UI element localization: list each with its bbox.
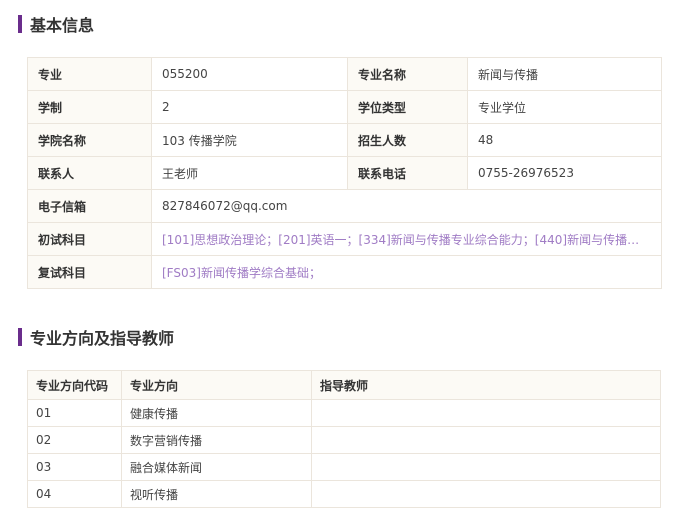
- major-name: 新闻与传播: [467, 57, 662, 91]
- retest-label: 复试科目: [27, 255, 152, 289]
- table-row: 03 融合媒体新闻: [27, 453, 661, 481]
- direction-name: 健康传播: [121, 399, 312, 427]
- section-accent-bar: [18, 15, 22, 33]
- retest-subjects-link[interactable]: [FS03]新闻传播学综合基础；: [151, 255, 662, 289]
- email-label: 电子信箱: [27, 189, 152, 223]
- direction-code: 03: [27, 453, 122, 481]
- contact-value: 王老师: [151, 156, 348, 190]
- table-row: 02 数字营销传播: [27, 426, 661, 454]
- table-row: 复试科目 [FS03]新闻传播学综合基础；: [27, 255, 662, 289]
- enroll-value: 48: [467, 123, 662, 157]
- prelim-label: 初试科目: [27, 222, 152, 256]
- college-value: 103 传播学院: [151, 123, 348, 157]
- section-title-text: 基本信息: [30, 16, 95, 35]
- section-title-basic-info: 基本信息: [18, 13, 94, 35]
- table-row: 04 视听传播: [27, 480, 661, 508]
- direction-code: 01: [27, 399, 122, 427]
- enroll-label: 招生人数: [347, 123, 468, 157]
- section-title-text: 专业方向及指导教师: [30, 329, 175, 348]
- table-row: 初试科目 [101]思想政治理论；[201]英语一；[334]新闻与传播专业综合…: [27, 222, 662, 256]
- directions-table: 专业方向代码 专业方向 指导教师 01 健康传播 02 数字营销传播 03 融合…: [27, 370, 661, 508]
- direction-teacher: [311, 399, 661, 427]
- direction-name: 数字营销传播: [121, 426, 312, 454]
- table-header-row: 专业方向代码 专业方向 指导教师: [27, 370, 661, 400]
- degree-type-label: 学位类型: [347, 90, 468, 124]
- major-code: 055200: [151, 57, 348, 91]
- direction-name: 融合媒体新闻: [121, 453, 312, 481]
- length-label: 学制: [27, 90, 152, 124]
- length-value: 2: [151, 90, 348, 124]
- table-row: 学院名称 103 传播学院 招生人数 48: [27, 123, 662, 157]
- direction-teacher: [311, 453, 661, 481]
- prelim-subjects-link[interactable]: [101]思想政治理论；[201]英语一；[334]新闻与传播专业综合能力；[4…: [151, 222, 662, 256]
- basic-info-table: 专业 055200 专业名称 新闻与传播 学制 2 学位类型 专业学位 学院名称…: [27, 57, 662, 289]
- header-direction-code: 专业方向代码: [27, 370, 122, 400]
- table-row: 01 健康传播: [27, 399, 661, 427]
- phone-label: 联系电话: [347, 156, 468, 190]
- table-row: 学制 2 学位类型 专业学位: [27, 90, 662, 124]
- direction-teacher: [311, 426, 661, 454]
- header-direction-name: 专业方向: [121, 370, 312, 400]
- major-label: 专业: [27, 57, 152, 91]
- table-row: 电子信箱 827846072@qq.com: [27, 189, 662, 223]
- direction-code: 04: [27, 480, 122, 508]
- phone-value: 0755-26976523: [467, 156, 662, 190]
- header-teacher: 指导教师: [311, 370, 661, 400]
- section-title-directions: 专业方向及指导教师: [18, 326, 174, 348]
- table-row: 联系人 王老师 联系电话 0755-26976523: [27, 156, 662, 190]
- major-name-label: 专业名称: [347, 57, 468, 91]
- contact-label: 联系人: [27, 156, 152, 190]
- section-accent-bar: [18, 328, 22, 346]
- email-value: 827846072@qq.com: [151, 189, 662, 223]
- college-label: 学院名称: [27, 123, 152, 157]
- degree-type-value: 专业学位: [467, 90, 662, 124]
- direction-code: 02: [27, 426, 122, 454]
- table-row: 专业 055200 专业名称 新闻与传播: [27, 57, 662, 91]
- direction-teacher: [311, 480, 661, 508]
- direction-name: 视听传播: [121, 480, 312, 508]
